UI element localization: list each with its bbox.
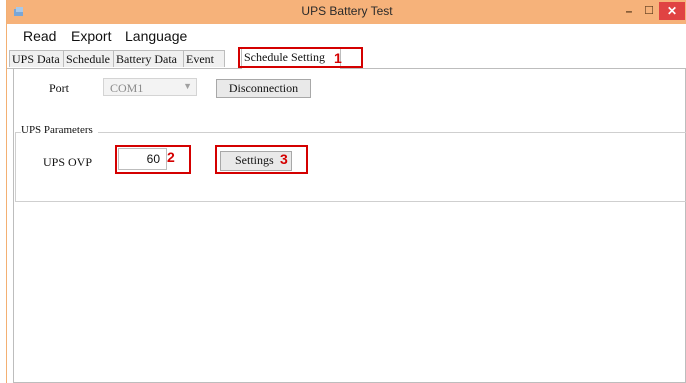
- menu-export[interactable]: Export: [71, 28, 111, 44]
- menu-read[interactable]: Read: [23, 28, 56, 44]
- window-title: UPS Battery Test: [301, 4, 393, 18]
- minimize-button[interactable]: –: [619, 2, 639, 20]
- tab-event[interactable]: Event: [183, 50, 225, 67]
- menu-bar: Read Export Language: [7, 25, 686, 47]
- title-bar[interactable]: UPS Battery Test – ☐ ✕: [7, 0, 686, 24]
- tab-battery-data[interactable]: Battery Data: [113, 50, 185, 67]
- port-select[interactable]: COM1 ▼: [103, 78, 197, 96]
- port-value: COM1: [110, 81, 144, 95]
- tab-ups-data[interactable]: UPS Data: [9, 50, 65, 67]
- app-window: UPS Battery Test – ☐ ✕ Read Export Langu…: [6, 0, 686, 383]
- chevron-down-icon: ▼: [183, 81, 192, 91]
- menu-language[interactable]: Language: [125, 28, 187, 44]
- annotation-box-2: [115, 145, 191, 174]
- close-button[interactable]: ✕: [659, 2, 685, 20]
- disconnection-button[interactable]: Disconnection: [216, 79, 311, 98]
- annotation-box-3: [215, 145, 308, 174]
- ups-ovp-label: UPS OVP: [43, 155, 93, 169]
- tab-schedule[interactable]: Schedule: [63, 50, 115, 67]
- maximize-button[interactable]: ☐: [639, 2, 659, 20]
- port-label: Port: [49, 81, 70, 95]
- ups-parameters-legend: UPS Parameters: [21, 124, 98, 136]
- annotation-box-1: [238, 47, 363, 68]
- annotation-number-1: 1: [334, 50, 342, 66]
- panel-border-left: [13, 68, 14, 383]
- annotation-number-3: 3: [280, 151, 288, 167]
- annotation-number-2: 2: [167, 149, 175, 165]
